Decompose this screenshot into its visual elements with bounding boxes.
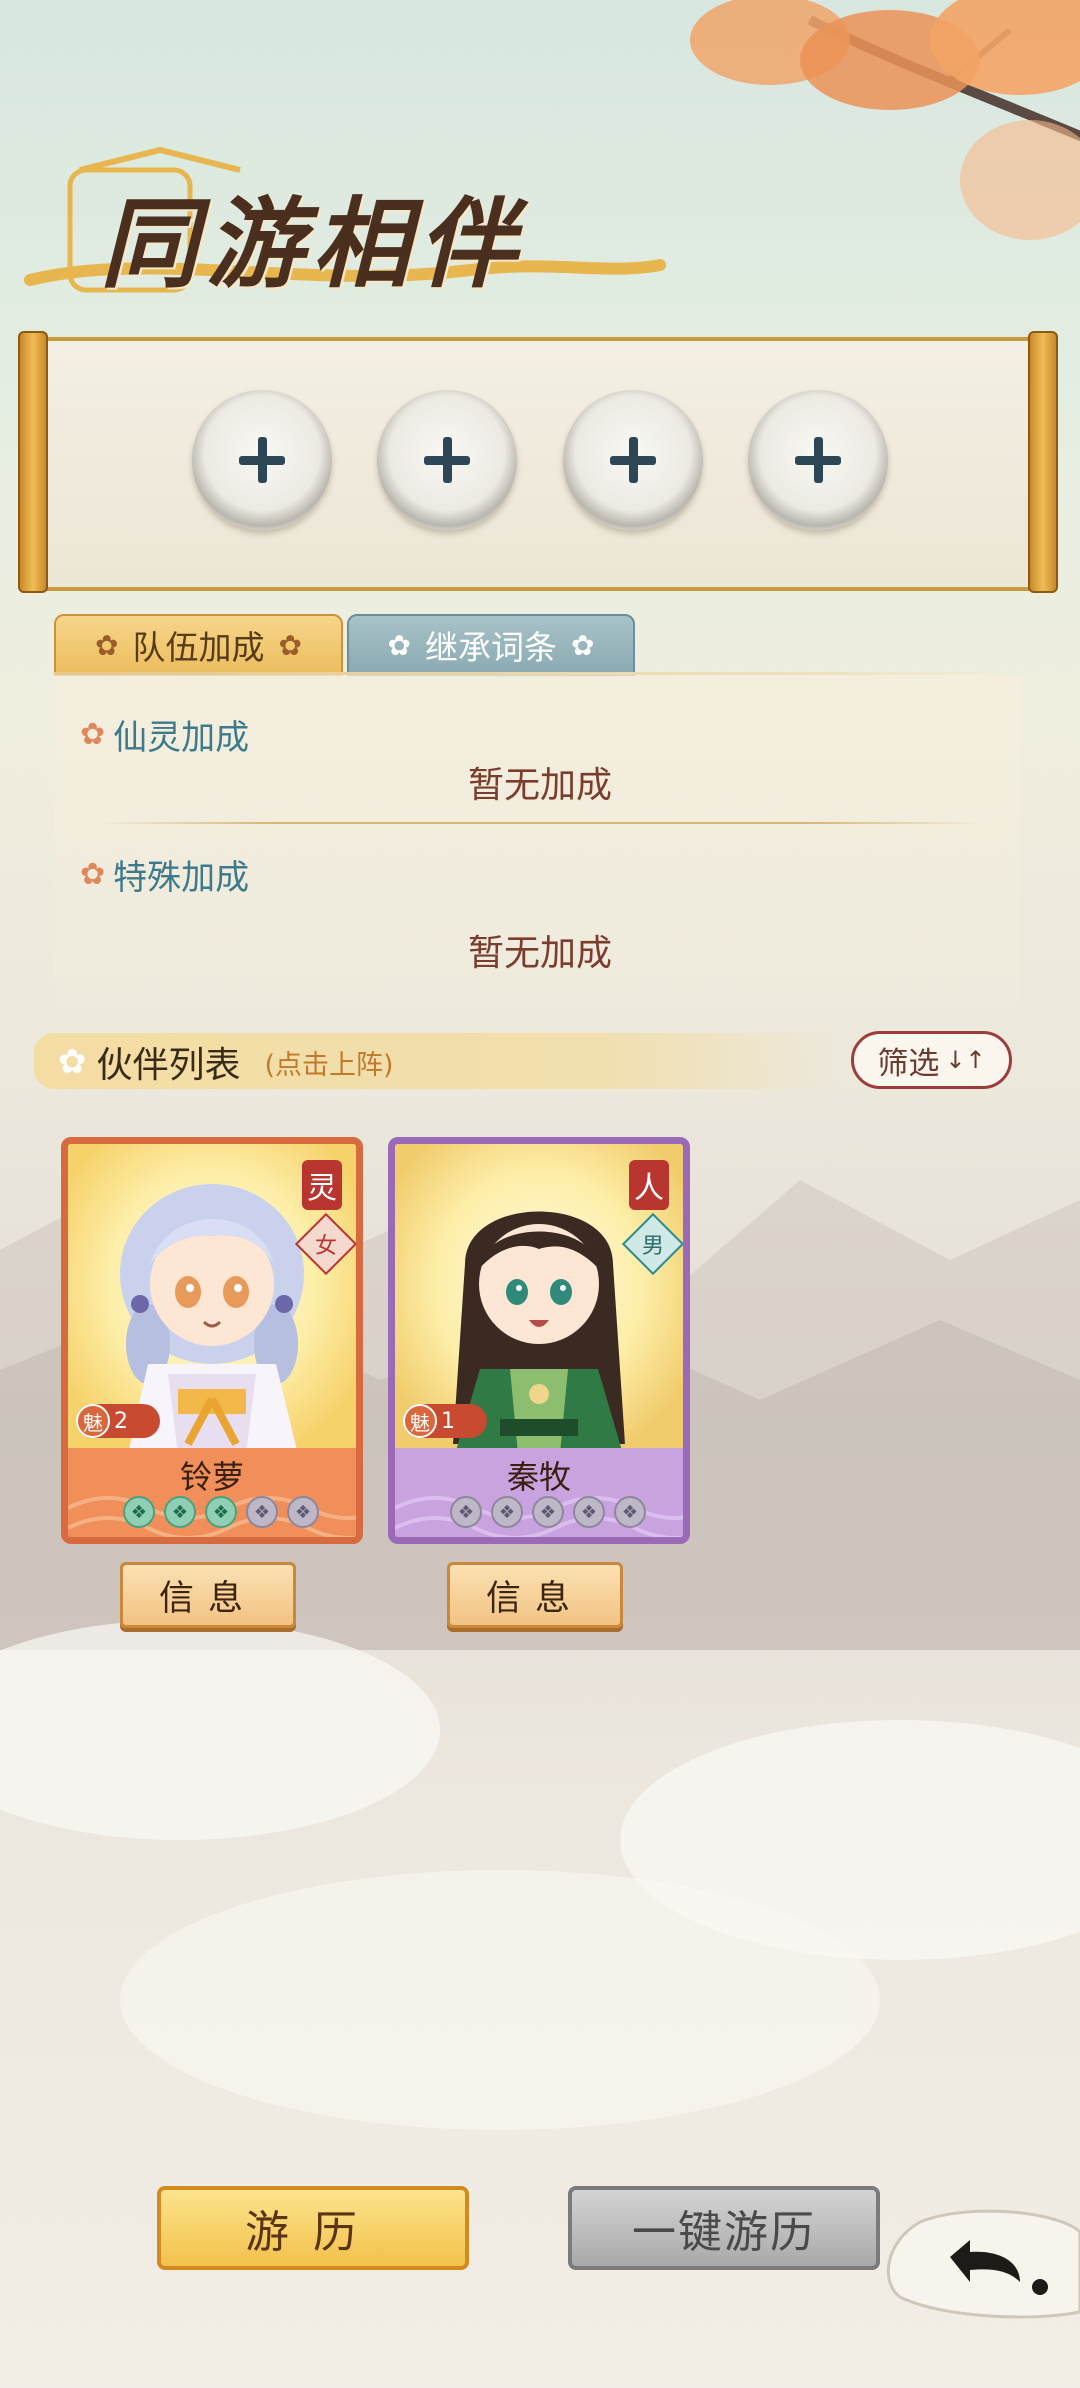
sort-arrows-icon: ↓↑ [945, 1046, 986, 1074]
tab-label: 队伍加成 [132, 628, 265, 667]
gem-icon: ❖ [614, 1496, 646, 1528]
charm-badge: 魅 2 [76, 1404, 160, 1438]
filter-label: 筛选 [877, 1045, 940, 1082]
flower-icon: ✿ [58, 1042, 87, 1082]
page-title: 同游相伴 [100, 187, 525, 302]
plus-icon [239, 437, 285, 483]
type-badge: 灵 [302, 1160, 342, 1210]
cloud-background [0, 1620, 1080, 2130]
gender-text: 男 [641, 1233, 665, 1259]
tab-inherit-entries[interactable]: ✿ 继承词条 ✿ [347, 614, 635, 676]
gem-icon: ❖ [491, 1496, 523, 1528]
team-scroll [22, 337, 1052, 591]
section-label-text: 特殊加成 [113, 858, 250, 898]
divider [100, 822, 980, 824]
plus-icon [610, 437, 656, 483]
gem-icon: ❖ [573, 1496, 605, 1528]
spirit-bonus-value: 暂无加成 [467, 765, 612, 806]
scroll-rod-right [1028, 331, 1058, 593]
section-label-text: 仙灵加成 [113, 718, 250, 758]
companion-card-lingluo[interactable]: 灵 女 魅 2 铃萝 ❖ ❖ ❖ ❖ ❖ [61, 1137, 363, 1544]
gem-icon: ❖ [450, 1496, 482, 1528]
gem-icon: ❖ [246, 1496, 278, 1528]
special-bonus-value: 暂无加成 [467, 933, 612, 974]
type-badge: 人 [629, 1160, 669, 1210]
flower-icon: ✿ [80, 857, 106, 892]
gem-row: ❖ ❖ ❖ ❖ ❖ [123, 1496, 319, 1528]
special-bonus-label: ✿ 特殊加成 [80, 850, 249, 899]
gem-icon: ❖ [287, 1496, 319, 1528]
flower-icon: ✿ [387, 628, 411, 662]
one-key-travel-button[interactable]: 一键游历 [568, 2186, 880, 2270]
plus-icon [795, 437, 841, 483]
spirit-bonus-label: ✿ 仙灵加成 [80, 710, 249, 759]
flower-icon: ✿ [80, 717, 106, 752]
autumn-tree-decoration [690, 0, 1080, 240]
flower-icon: ✿ [278, 628, 302, 662]
team-slot-4[interactable] [748, 390, 888, 530]
gem-row: ❖ ❖ ❖ ❖ ❖ [450, 1496, 646, 1528]
travel-button[interactable]: 游历 [157, 2186, 469, 2270]
companion-name: 铃萝 [179, 1458, 244, 1496]
companion-list-hint: (点击上阵) [264, 1049, 394, 1081]
filter-button[interactable]: 筛选 ↓↑ [851, 1031, 1012, 1089]
charm-badge: 魅 1 [403, 1404, 487, 1438]
companion-list-title: 伙伴列表 [96, 1045, 241, 1086]
info-button-lingluo[interactable]: 信息 [120, 1562, 296, 1628]
flower-icon: ✿ [95, 628, 119, 662]
gem-icon: ❖ [123, 1496, 155, 1528]
tab-label: 继承词条 [425, 628, 557, 667]
flower-icon: ✿ [571, 628, 595, 662]
companion-name: 秦牧 [506, 1458, 571, 1496]
gem-icon: ❖ [532, 1496, 564, 1528]
scroll-rod-left [18, 331, 48, 593]
companion-card-qinmu[interactable]: 人 男 魅 1 秦牧 ❖ ❖ ❖ ❖ ❖ [388, 1137, 690, 1544]
back-arrow-icon[interactable] [880, 2202, 1080, 2322]
gem-icon: ❖ [164, 1496, 196, 1528]
gender-text: 女 [314, 1233, 338, 1259]
team-slot-2[interactable] [377, 390, 517, 530]
charm-icon: 魅 [403, 1404, 437, 1438]
team-slot-1[interactable] [192, 390, 332, 530]
gem-icon: ❖ [205, 1496, 237, 1528]
info-button-qinmu[interactable]: 信息 [447, 1562, 623, 1628]
charm-value: 1 [441, 1408, 455, 1434]
plus-icon [424, 437, 470, 483]
charm-icon: 魅 [76, 1404, 110, 1438]
charm-value: 2 [114, 1408, 128, 1434]
team-slot-3[interactable] [563, 390, 703, 530]
tab-team-bonus[interactable]: ✿ 队伍加成 ✿ [54, 614, 343, 676]
companion-list-header: ✿ 伙伴列表 (点击上阵) [58, 1036, 394, 1088]
